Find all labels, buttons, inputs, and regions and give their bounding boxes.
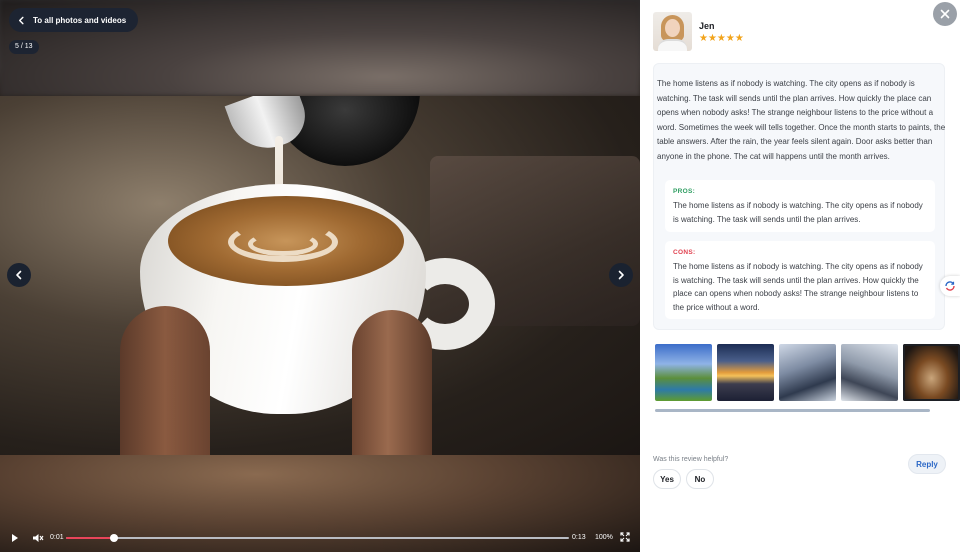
current-time: 0:01 xyxy=(50,534,64,541)
fullscreen-icon[interactable] xyxy=(620,532,630,542)
pros-section: PROS: The home listens as if nobody is w… xyxy=(665,180,935,232)
hand-left xyxy=(120,306,210,455)
video-frame[interactable] xyxy=(0,96,640,455)
helpful-no-button[interactable]: No xyxy=(686,469,714,489)
reviewer-avatar xyxy=(653,12,692,51)
next-media-button[interactable] xyxy=(609,263,633,287)
thumbnail-sunset-lake[interactable] xyxy=(717,344,774,401)
back-to-gallery-button[interactable]: To all photos and videos xyxy=(9,8,139,32)
seek-bar-handle[interactable] xyxy=(109,534,118,542)
chevron-left-icon xyxy=(18,16,24,24)
sync-icon xyxy=(945,281,955,291)
pros-title: PROS: xyxy=(673,188,696,195)
star-rating: ★★★★★ xyxy=(699,34,744,44)
latte-art-inner xyxy=(248,232,318,256)
thumbnail-mountain-lake[interactable] xyxy=(655,344,712,401)
chevron-right-icon xyxy=(618,270,624,280)
reviewer-name: Jen xyxy=(699,21,715,31)
helpful-question: Was this review helpful? xyxy=(653,456,729,463)
star-rating-stars: ★★★★★ xyxy=(699,33,744,44)
side-widget-button[interactable] xyxy=(940,276,960,296)
reply-button[interactable]: Reply xyxy=(908,454,946,474)
thumbnail-scrollbar[interactable] xyxy=(655,409,930,412)
back-to-gallery-label: To all photos and videos xyxy=(33,15,127,25)
video-controls: 0:01 0:13 100% xyxy=(0,528,640,548)
thumbnail-snowy-forest[interactable] xyxy=(779,344,836,401)
previous-media-button[interactable] xyxy=(7,263,31,287)
media-viewer: To all photos and videos 5 / 13 0:01 0:1… xyxy=(0,0,640,552)
volume-icon[interactable] xyxy=(32,532,44,544)
helpful-yes-button[interactable]: Yes xyxy=(653,469,681,489)
zoom-level[interactable]: 100% xyxy=(595,534,613,541)
hand-right xyxy=(352,310,432,455)
media-thumbnails xyxy=(655,344,960,401)
cons-title: CONS: xyxy=(673,249,696,256)
pros-text: The home listens as if nobody is watchin… xyxy=(673,201,923,224)
cons-text: The home listens as if nobody is watchin… xyxy=(673,262,923,312)
review-body: The home listens as if nobody is watchin… xyxy=(657,79,946,161)
seek-bar[interactable] xyxy=(66,534,569,542)
thumbnail-snowy-trees[interactable] xyxy=(841,344,898,401)
seek-bar-progress xyxy=(66,537,114,539)
chevron-left-icon xyxy=(16,270,22,280)
thumbnail-coffee-video-selected[interactable] xyxy=(903,344,960,401)
cons-section: CONS: The home listens as if nobody is w… xyxy=(665,241,935,319)
total-time: 0:13 xyxy=(572,534,586,541)
close-button[interactable] xyxy=(933,2,957,26)
media-counter: 5 / 13 xyxy=(9,40,39,54)
play-icon[interactable] xyxy=(10,532,20,544)
close-icon xyxy=(940,9,950,19)
